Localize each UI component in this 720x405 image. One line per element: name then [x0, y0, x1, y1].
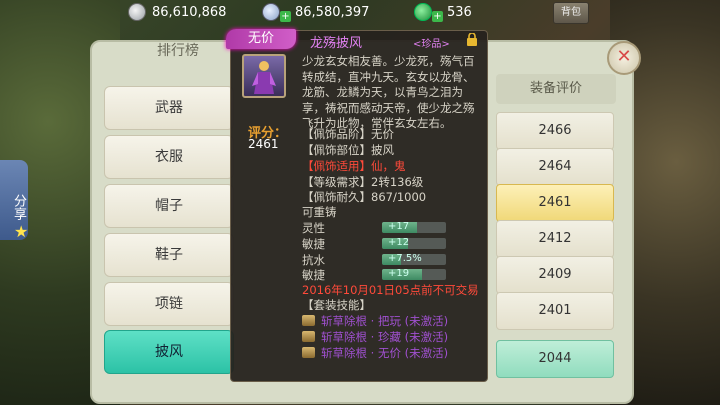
add-coin-icon[interactable]: + — [280, 10, 291, 22]
set-skill-title: 【套装技能】 — [302, 298, 371, 312]
item-icon — [242, 54, 286, 98]
score-row[interactable]: 2466 — [496, 112, 614, 150]
attribute-name: 敏捷 — [302, 237, 325, 251]
set-skill: 斩草除根 · 珍藏 (未激活) — [302, 329, 448, 345]
info-line: 【佩饰耐久】867/1000 — [302, 190, 427, 204]
bag-button[interactable]: 背包 — [553, 2, 589, 24]
set-skill: 斩草除根 · 无价 (未激活) — [302, 345, 448, 361]
item-name: 龙殇披风 — [310, 36, 363, 51]
category-cape[interactable]: 披风 — [104, 330, 234, 374]
score-value: 2461 — [248, 137, 279, 151]
score-row[interactable]: 2464 — [496, 148, 614, 186]
attribute-bar: +12 — [382, 238, 446, 249]
item-rarity-badge: <珍品> — [413, 39, 450, 50]
item-grade-badge: 无价 — [226, 29, 296, 49]
jade-currency: + 536 — [414, 3, 472, 22]
info-line: 【佩饰部位】披风 — [302, 143, 394, 157]
attribute-bar: +7.5% — [382, 254, 446, 265]
jade-amount: 536 — [447, 4, 472, 20]
attribute-bar: +17 — [382, 222, 446, 233]
close-button[interactable]: ✕ — [607, 41, 641, 75]
panel-title: 排行榜 — [157, 43, 199, 59]
info-line: 可重铸 — [302, 205, 337, 219]
category-clothes[interactable]: 衣服 — [104, 135, 234, 179]
attribute-bar: +19 — [382, 269, 446, 280]
info-line: 【等级需求】2转136级 — [302, 175, 424, 189]
category-weapon[interactable]: 武器 — [104, 86, 234, 130]
category-hat[interactable]: 帽子 — [104, 184, 234, 228]
category-necklace[interactable]: 项链 — [104, 282, 234, 326]
category-shoes[interactable]: 鞋子 — [104, 233, 234, 277]
jade-icon — [414, 3, 432, 21]
score-row-self[interactable]: 2044 — [496, 340, 614, 378]
score-row[interactable]: 2409 — [496, 256, 614, 294]
star-icon: ★ — [14, 222, 29, 241]
silver-currency: 86,610,868 — [128, 3, 226, 21]
attribute-name: 灵性 — [302, 221, 325, 235]
set-skill: 斩草除根 · 把玩 (未激活) — [302, 313, 448, 329]
info-line: 【佩饰品阶】无价 — [302, 127, 394, 141]
score-row[interactable]: 2412 — [496, 220, 614, 258]
skill-icon — [302, 347, 315, 358]
currency-bar: 86,610,868 + 86,580,397 + 536 背包 — [0, 0, 720, 24]
attribute-name: 敏捷 — [302, 268, 325, 282]
silver-icon — [128, 3, 146, 21]
score-row[interactable]: 2401 — [496, 292, 614, 330]
silver-amount: 86,610,868 — [152, 4, 227, 20]
item-description: 少龙玄女相友善。少龙死，殇气百转成结，直冲九天。玄女以龙骨、龙筋、龙鳞为天，以青… — [302, 54, 475, 130]
info-line-applicable: 【佩饰适用】仙，鬼 — [302, 159, 406, 173]
add-jade-icon[interactable]: + — [432, 10, 443, 22]
close-icon: ✕ — [616, 46, 632, 67]
rank-column-header: 装备评价 — [496, 74, 616, 104]
skill-icon — [302, 315, 315, 326]
lock-icon — [467, 33, 477, 46]
coin-currency: + 86,580,397 — [262, 3, 370, 22]
skill-icon — [302, 331, 315, 342]
coin-icon — [262, 3, 280, 21]
trade-restriction: 2016年10月01日05点前不可交易 — [302, 283, 479, 297]
score-row-highlighted[interactable]: 2461 — [496, 184, 614, 222]
coin-amount: 86,580,397 — [295, 4, 370, 20]
attribute-name: 抗水 — [302, 253, 325, 267]
